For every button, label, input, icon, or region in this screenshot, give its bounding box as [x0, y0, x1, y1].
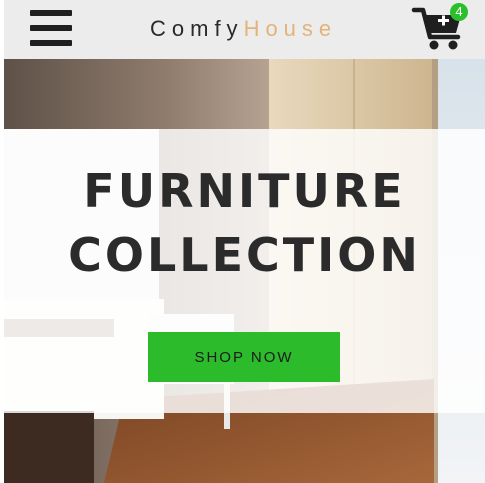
menu-icon[interactable] — [30, 10, 74, 48]
page: ComfyHouse 4 FURNITURE COLLECTION SHOP N… — [0, 0, 485, 483]
shop-now-button[interactable]: SHOP NOW — [148, 332, 340, 382]
brand-name-part2: House — [243, 16, 338, 41]
hero-overlay: FURNITURE COLLECTION SHOP NOW — [4, 129, 485, 413]
hero-title-line1: FURNITURE — [83, 164, 406, 218]
hero-title: FURNITURE COLLECTION — [4, 159, 485, 287]
hero-title-line2: COLLECTION — [68, 228, 421, 282]
brand-name-part1: Comfy — [150, 16, 244, 41]
hero-banner: FURNITURE COLLECTION SHOP NOW — [4, 59, 485, 483]
cart-count-badge: 4 — [450, 3, 468, 21]
brand-logo[interactable]: ComfyHouse — [150, 15, 337, 43]
